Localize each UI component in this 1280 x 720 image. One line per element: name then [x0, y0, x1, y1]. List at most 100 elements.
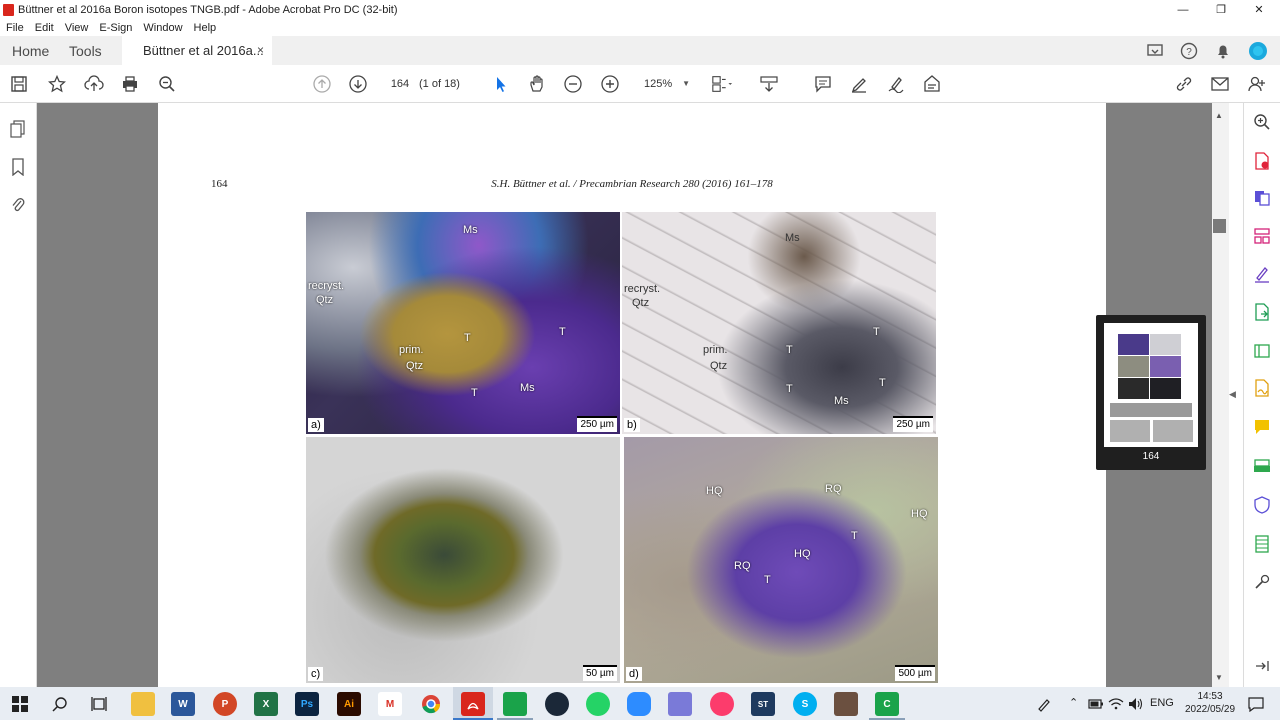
minimize-button[interactable]: — — [1164, 0, 1202, 19]
next-page-icon[interactable] — [347, 73, 369, 95]
close-tab-icon[interactable]: × — [257, 43, 264, 57]
protect-shield-icon[interactable] — [1251, 494, 1273, 516]
share-link-icon[interactable] — [1173, 73, 1195, 95]
scroll-mode-icon[interactable] — [758, 73, 780, 95]
compress-film-icon[interactable] — [1251, 533, 1273, 555]
scale-bar: 50 µm — [583, 665, 617, 681]
add-user-icon[interactable] — [1246, 73, 1268, 95]
task-view-icon[interactable] — [87, 692, 111, 716]
notifications-bell-icon[interactable] — [1212, 40, 1234, 62]
menu-esign[interactable]: E-Sign — [99, 22, 132, 34]
scroll-down-icon[interactable]: ▼ — [1215, 673, 1223, 682]
notes-icon[interactable] — [668, 692, 692, 716]
edit-pdf-icon[interactable] — [1251, 340, 1273, 362]
comment-tool-icon[interactable] — [1251, 416, 1273, 438]
email-icon[interactable] — [1209, 73, 1231, 95]
input-language[interactable]: ENG — [1150, 697, 1174, 709]
person-app-icon[interactable] — [834, 692, 858, 716]
scroll-up-icon[interactable]: ▲ — [1215, 111, 1223, 120]
powerpoint-icon[interactable]: P — [213, 692, 237, 716]
title-bar: Büttner et al 2016a Boron isotopes TNGB.… — [0, 0, 1280, 19]
micrograph-panel-c: c) 50 µm — [306, 437, 620, 683]
steam-icon[interactable] — [545, 692, 569, 716]
create-pdf-icon[interactable] — [1251, 150, 1273, 172]
highlight-pen-icon[interactable] — [848, 73, 870, 95]
scrollbar-thumb[interactable] — [1213, 219, 1226, 233]
account-avatar[interactable] — [1247, 40, 1269, 62]
menu-file[interactable]: File — [6, 22, 24, 34]
skype-icon[interactable]: S — [793, 692, 817, 716]
previous-page-icon[interactable] — [311, 73, 333, 95]
photoshop-icon[interactable]: Ps — [295, 692, 319, 716]
system-clock[interactable]: 14:53 2022/05/29 — [1180, 690, 1240, 716]
search-icon[interactable] — [48, 692, 72, 716]
word-icon[interactable]: W — [171, 692, 195, 716]
cloud-upload-icon[interactable] — [83, 73, 105, 95]
notification-center-icon[interactable] — [1244, 692, 1268, 716]
tab-tools[interactable]: Tools — [69, 36, 102, 65]
excel-icon[interactable]: X — [254, 692, 278, 716]
zoom-search-icon[interactable] — [156, 73, 178, 95]
combine-files-icon[interactable] — [1251, 187, 1273, 209]
zoom-icon[interactable] — [627, 692, 651, 716]
volume-icon[interactable] — [1124, 692, 1148, 716]
tray-overflow-icon[interactable]: ⌃ — [1069, 696, 1078, 709]
scan-ocr-icon[interactable] — [1251, 455, 1273, 477]
illustrator-icon[interactable]: Ai — [337, 692, 361, 716]
menu-edit[interactable]: Edit — [35, 22, 54, 34]
draw-sign-icon[interactable] — [885, 73, 907, 95]
st-app-icon[interactable]: ST — [751, 692, 775, 716]
comment-icon[interactable] — [812, 73, 834, 95]
windows-start-icon[interactable] — [8, 692, 32, 716]
more-tools-icon[interactable] — [1251, 571, 1273, 593]
fill-sign-icon[interactable] — [1251, 263, 1273, 285]
zoom-in-icon[interactable] — [599, 73, 621, 95]
attachments-paperclip-icon[interactable] — [8, 195, 28, 215]
redact-tool-icon[interactable] — [921, 73, 943, 95]
menu-help[interactable]: Help — [194, 22, 217, 34]
select-pointer-icon[interactable] — [490, 73, 512, 95]
print-icon[interactable] — [119, 73, 141, 95]
collapse-tools-icon[interactable] — [1251, 655, 1273, 677]
page-display-icon[interactable] — [711, 73, 733, 95]
micrograph-panel-d: HQ RQ HQ T HQ RQ T d) 500 µm — [624, 437, 938, 683]
panel-letter: d) — [626, 667, 642, 681]
gmail-icon[interactable]: M — [378, 692, 402, 716]
zoom-out-icon[interactable] — [562, 73, 584, 95]
menu-view[interactable]: View — [65, 22, 89, 34]
corel-icon[interactable]: C — [875, 692, 899, 716]
close-window-button[interactable]: ✕ — [1240, 0, 1278, 19]
hand-tool-icon[interactable] — [526, 73, 548, 95]
vertical-scrollbar[interactable]: ▲ ▼ — [1212, 103, 1229, 687]
mineral-label: Qtz — [406, 360, 424, 372]
page-number-input[interactable]: 164 — [384, 74, 416, 94]
menu-window[interactable]: Window — [143, 22, 182, 34]
organize-pages-icon[interactable] — [1251, 225, 1273, 247]
request-signature-icon[interactable] — [1251, 377, 1273, 399]
search-icon[interactable] — [1251, 111, 1273, 133]
mineral-label: Qtz — [710, 360, 728, 372]
zoom-level-select[interactable]: 125% ▼ — [636, 74, 694, 94]
export-pdf-icon[interactable] — [1251, 301, 1273, 323]
camtasia-icon[interactable] — [503, 692, 527, 716]
thumbnail-page-label: 164 — [1142, 451, 1160, 462]
star-bookmark-icon[interactable] — [46, 73, 68, 95]
tab-document[interactable]: Büttner et al 2016a... × — [122, 36, 272, 65]
tab-home[interactable]: Home — [12, 36, 49, 65]
chrome-icon[interactable] — [419, 692, 443, 716]
mineral-label: HQ — [706, 485, 723, 497]
pen-workspace-icon[interactable] — [1032, 692, 1056, 716]
whatsapp-icon[interactable] — [586, 692, 610, 716]
acrobat-icon[interactable] — [461, 692, 485, 716]
expand-right-pane-icon[interactable]: ◀ — [1229, 389, 1236, 400]
bookmarks-icon[interactable] — [8, 157, 28, 177]
document-viewport[interactable]: 164 S.H. Büttner et al. / Precambrian Re… — [37, 103, 1212, 687]
save-icon[interactable] — [8, 73, 30, 95]
help-icon[interactable]: ? — [1178, 40, 1200, 62]
maximize-button[interactable]: ❐ — [1202, 0, 1240, 19]
mineral-label: T — [786, 344, 793, 356]
itunes-icon[interactable] — [710, 692, 734, 716]
share-screen-icon[interactable] — [1144, 40, 1166, 62]
page-thumbnails-icon[interactable] — [8, 119, 28, 139]
file-explorer-icon[interactable] — [131, 692, 155, 716]
